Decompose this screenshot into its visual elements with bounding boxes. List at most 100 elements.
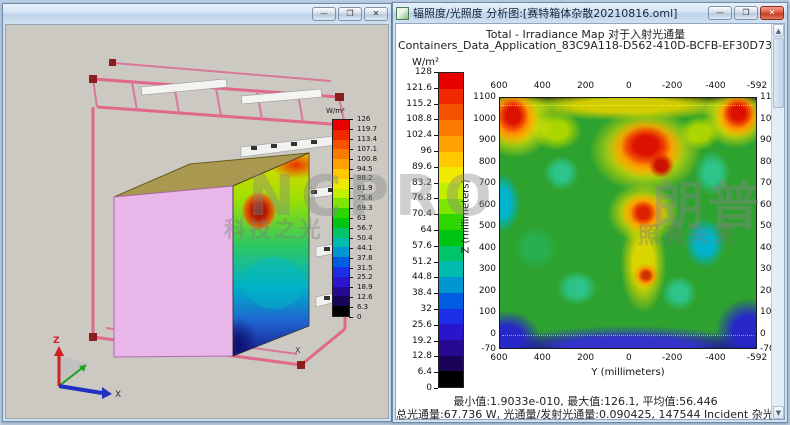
axis-tick-label: -200 <box>662 81 682 91</box>
axis-tick-label: 800 <box>479 157 496 167</box>
colorbar-tick-label: 12.8 <box>412 351 432 361</box>
close-button[interactable]: ✕ <box>760 6 784 20</box>
analysis-document-icon <box>396 7 409 20</box>
scroll-down-icon[interactable]: ▼ <box>773 406 784 419</box>
colorbar-tick-label: 119.7 <box>357 125 377 133</box>
stats-line-2: 总光通量:67.736 W, 光通量/发射光通量:0.090425, 14754… <box>396 406 775 422</box>
colorbar-tick-label: 115.2 <box>406 99 432 109</box>
colorbar-tick <box>434 214 438 215</box>
colorbar-tick-label: 63 <box>357 214 366 222</box>
colorbar-tick-label: 75.6 <box>357 194 373 202</box>
colorbar-tick <box>349 208 353 209</box>
colorbar-tick-label: 44.1 <box>357 244 373 252</box>
axis-tick-label: 900 <box>479 135 496 145</box>
model-viewport[interactable]: X Z X W/m² 126119.7113.4107.1100.894.588… <box>5 24 389 419</box>
axis-tick-label: -592 <box>747 81 767 91</box>
colorbar-tick <box>349 198 353 199</box>
colorbar-tick <box>434 356 438 357</box>
triad-z-label: Z <box>53 336 60 346</box>
irradiance-window-title: 辐照度/光照度 分析图:[赛特箱体杂散20210816.oml] <box>413 5 677 21</box>
colorbar-tick-label: 12.6 <box>357 293 373 301</box>
colorbar-segment <box>333 169 349 179</box>
colorbar-tick-label: 83.2 <box>412 178 432 188</box>
triad-x-label: X <box>115 390 121 400</box>
colorbar-tick <box>349 317 353 318</box>
minimize-button[interactable]: — <box>708 6 732 20</box>
colorbar-segment <box>333 257 349 267</box>
colorbar-tick <box>434 325 438 326</box>
axis-tick-label: -592 <box>747 353 767 363</box>
colorbar-tick <box>434 388 438 389</box>
model-x-axis-label: X <box>295 346 301 355</box>
axis-tick-label: 600 <box>479 200 496 210</box>
irradiance-map-client: Total - Irradiance Map 对于入射光通量 Container… <box>395 23 785 420</box>
colorbar-tick-label: 37.8 <box>357 254 373 262</box>
irradiance-window-titlebar[interactable]: 辐照度/光照度 分析图:[赛特箱体杂散20210816.oml] — ❐ ✕ <box>393 3 787 23</box>
colorbar-tick-label: 0 <box>357 313 361 321</box>
colorbar-tick-label: 6.4 <box>418 367 432 377</box>
colorbar-tick-label: 31.5 <box>357 264 373 272</box>
colorbar-tick-label: 6.3 <box>357 303 368 311</box>
close-button[interactable]: ✕ <box>364 7 388 21</box>
colorbar-segment <box>333 247 349 257</box>
irradiance-map-window: 辐照度/光照度 分析图:[赛特箱体杂散20210816.oml] — ❐ ✕ T… <box>392 2 788 423</box>
colorbar-segment <box>439 371 463 387</box>
colorbar-tick-label: 56.7 <box>357 224 373 232</box>
heatmap-plot[interactable] <box>499 97 757 349</box>
colorbar-segment <box>333 218 349 228</box>
axis-tick-label: 200 <box>577 353 594 363</box>
colorbar-segment <box>439 73 463 89</box>
colorbar-segment <box>333 228 349 238</box>
colorbar-tick <box>434 72 438 73</box>
colorbar-tick <box>434 341 438 342</box>
colorbar-tick <box>434 167 438 168</box>
colorbar-tick-label: 32 <box>421 304 432 314</box>
axis-tick-label: 0 <box>490 329 496 339</box>
axis-tick-label: 1000 <box>473 114 496 124</box>
colorbar-tick-label: 18.9 <box>357 283 373 291</box>
colorbar-tick-label: 19.2 <box>412 336 432 346</box>
axis-tick-label: 0 <box>760 329 766 339</box>
restore-button[interactable]: ❐ <box>338 7 362 21</box>
colorbar-tick <box>349 188 353 189</box>
colorbar-tick-label: 0 <box>426 383 432 393</box>
colorbar-tick <box>434 151 438 152</box>
vertical-scrollbar[interactable]: ▲ ▼ <box>771 24 784 419</box>
z-axis-title: Z (millimeters) <box>461 157 472 277</box>
axis-tick-label: 600 <box>490 81 507 91</box>
colorbar-tick <box>349 228 353 229</box>
axis-tick-label: -400 <box>705 81 725 91</box>
colorbar-tick <box>434 183 438 184</box>
axis-tick-label: 1100 <box>473 92 496 102</box>
minimize-button[interactable]: — <box>312 7 336 21</box>
colorbar-segment <box>333 179 349 189</box>
colorbar-tick-label: 50.4 <box>357 234 373 242</box>
colorbar-segment <box>333 238 349 248</box>
scrollbar-thumb[interactable] <box>773 38 784 108</box>
colorbar-segment <box>333 189 349 199</box>
colorbar-tick-label: 121.6 <box>406 83 432 93</box>
colorbar-tick-label: 44.8 <box>412 272 432 282</box>
x-axis-ticks-bottom: 6004002000-200-400-592 <box>499 353 757 365</box>
axis-tick-label: 300 <box>479 264 496 274</box>
colorbar-tick <box>434 104 438 105</box>
colorbar-tick <box>434 230 438 231</box>
colorbar-tick-label: 128 <box>415 67 432 77</box>
colorbar-tick-label: 108.8 <box>406 114 432 124</box>
colorbar-tick-label: 126 <box>357 115 370 123</box>
colorbar-tick-label: 88.2 <box>357 174 373 182</box>
y-axis-title: Y (millimeters) <box>499 367 757 378</box>
colorbar-tick <box>349 119 353 120</box>
axis-tick-label: 500 <box>479 221 496 231</box>
colorbar-tick-label: 25.2 <box>357 273 373 281</box>
axis-tick-label: 400 <box>534 353 551 363</box>
scroll-up-icon[interactable]: ▲ <box>773 24 784 37</box>
restore-button[interactable]: ❐ <box>734 6 758 20</box>
colorbar-segment <box>333 149 349 159</box>
colorbar-tick <box>349 277 353 278</box>
model-window-titlebar[interactable]: — ❐ ✕ <box>3 4 391 24</box>
colorbar-tick-label: 113.4 <box>357 135 377 143</box>
colorbar-tick <box>434 262 438 263</box>
colorbar-segment <box>333 287 349 297</box>
axis-tick-label: 400 <box>534 81 551 91</box>
